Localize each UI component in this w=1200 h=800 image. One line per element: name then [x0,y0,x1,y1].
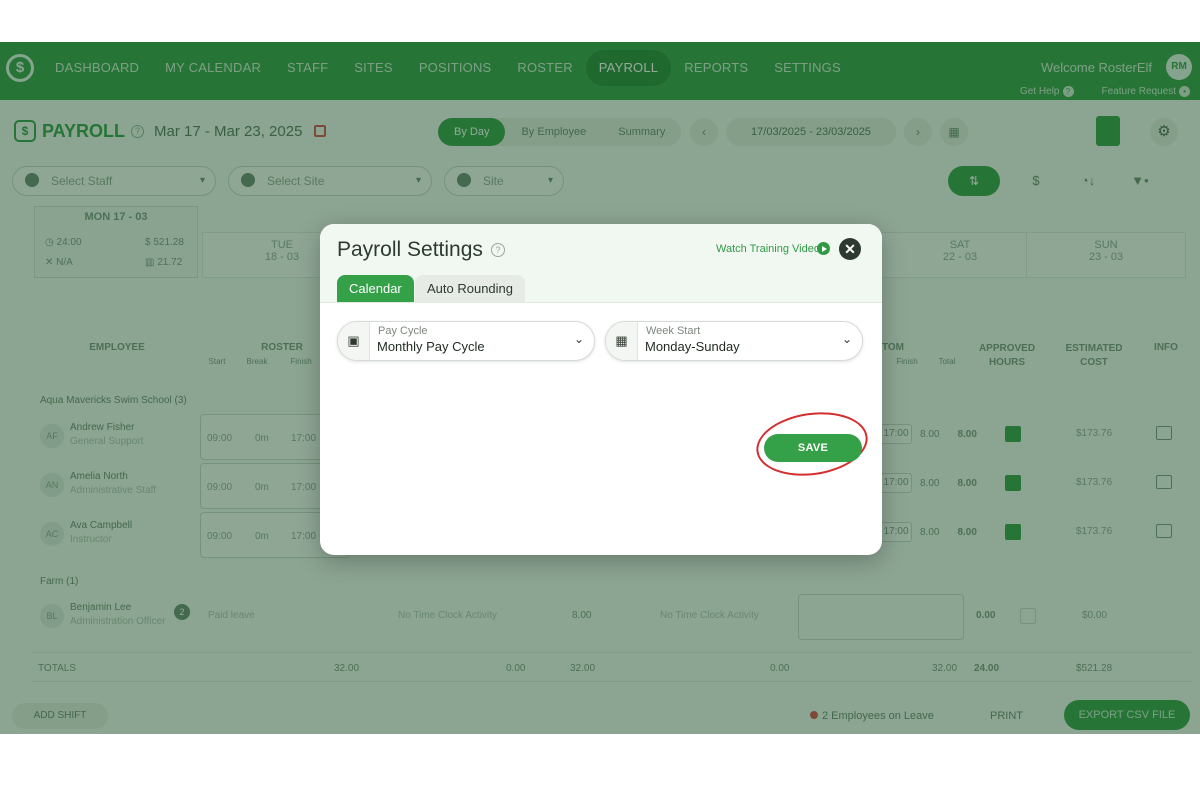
close-icon[interactable]: ✕ [839,238,861,260]
calendar-icon: ▦ [606,322,638,360]
pay-cycle-label: Pay Cycle [378,325,428,337]
tab-auto-rounding[interactable]: Auto Rounding [415,275,526,302]
tab-calendar[interactable]: Calendar [337,275,414,302]
pay-cycle-value: Monthly Pay Cycle [377,339,485,354]
chevron-down-icon: ⌄ [573,332,584,346]
play-icon[interactable] [817,242,830,255]
pay-cycle-select[interactable]: ▣ Pay Cycle Monthly Pay Cycle ⌄ [337,321,595,361]
money-cycle-icon: ▣ [338,322,370,360]
week-start-value: Monday-Sunday [645,339,740,354]
modal-title: Payroll Settings [337,238,483,261]
chevron-down-icon: ⌄ [841,332,852,346]
watch-training-video-link[interactable]: Watch Training Video [716,243,820,255]
week-start-label: Week Start [646,325,701,337]
help-icon[interactable]: ? [491,243,505,257]
modal-header: Payroll Settings ? Watch Training Video … [320,224,882,302]
save-button[interactable]: SAVE [764,434,862,462]
payroll-settings-modal: Payroll Settings ? Watch Training Video … [320,224,882,555]
week-start-select[interactable]: ▦ Week Start Monday-Sunday ⌄ [605,321,863,361]
